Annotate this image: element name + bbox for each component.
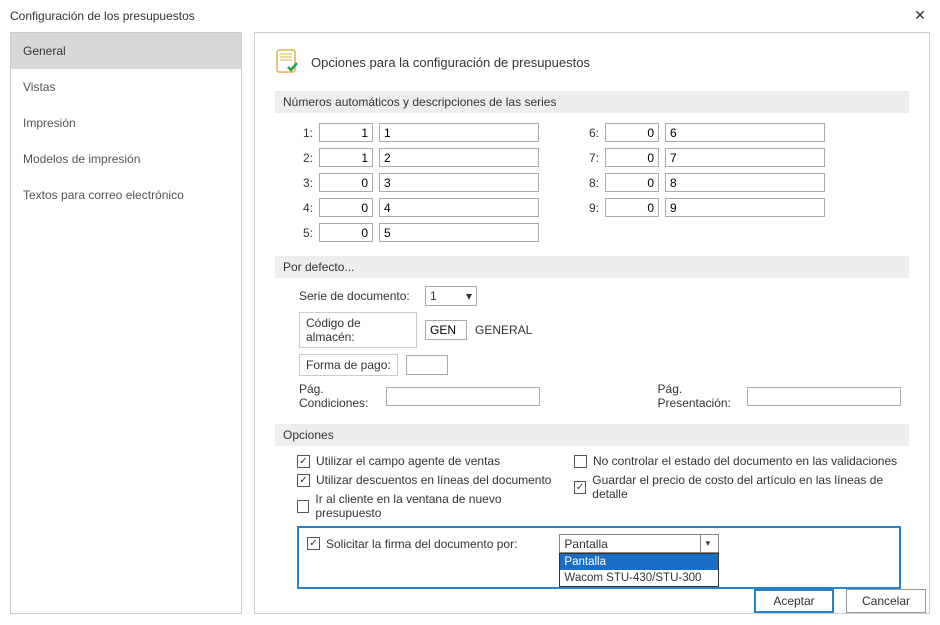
series-desc-input[interactable] xyxy=(379,123,539,142)
series-num-input[interactable] xyxy=(605,173,659,192)
pag-pres-input[interactable] xyxy=(747,387,901,406)
checkbox[interactable] xyxy=(297,455,310,468)
sidebar-item-impresion[interactable]: Impresión xyxy=(11,105,241,141)
series-label: 9: xyxy=(585,201,599,215)
close-icon[interactable]: ✕ xyxy=(910,6,930,26)
series-num-input[interactable] xyxy=(319,173,373,192)
content-panel: Opciones para la configuración de presup… xyxy=(254,32,930,614)
section-defaults-title: Por defecto... xyxy=(275,256,909,278)
series-label: 6: xyxy=(585,126,599,140)
checkbox[interactable] xyxy=(297,500,309,513)
opt-label: Utilizar el campo agente de ventas xyxy=(316,454,500,468)
series-desc-input[interactable] xyxy=(665,123,825,142)
pago-label[interactable]: Forma de pago: xyxy=(299,354,398,376)
series-num-input[interactable] xyxy=(319,198,373,217)
series-desc-input[interactable] xyxy=(379,148,539,167)
sidebar: General Vistas Impresión Modelos de impr… xyxy=(10,32,242,614)
almacen-code-input[interactable] xyxy=(425,320,467,340)
section-series-title: Números automáticos y descripciones de l… xyxy=(275,91,909,113)
serie-doc-label: Serie de documento: xyxy=(299,289,417,303)
checkbox[interactable] xyxy=(574,481,586,494)
serie-doc-value: 1 xyxy=(430,289,437,303)
series-label: 3: xyxy=(299,176,313,190)
checkbox[interactable] xyxy=(297,474,310,487)
firma-label: Solicitar la firma del documento por: xyxy=(326,537,517,551)
pag-cond-label: Pág. Condiciones: xyxy=(299,382,378,410)
series-label: 4: xyxy=(299,201,313,215)
cancel-button[interactable]: Cancelar xyxy=(846,589,926,613)
series-desc-input[interactable] xyxy=(665,198,825,217)
window-title: Configuración de los presupuestos xyxy=(10,9,195,23)
combo-option[interactable]: Wacom STU-430/STU-300 xyxy=(560,570,718,586)
sidebar-item-vistas[interactable]: Vistas xyxy=(11,69,241,105)
almacen-label[interactable]: Código de almacén: xyxy=(299,312,417,348)
pag-pres-label: Pág. Presentación: xyxy=(658,382,739,410)
firma-combo[interactable]: Pantalla ▾ Pantalla Wacom STU-430/STU-30… xyxy=(559,534,719,553)
sidebar-item-modelos[interactable]: Modelos de impresión xyxy=(11,141,241,177)
pago-input[interactable] xyxy=(406,355,448,375)
config-icon xyxy=(275,49,301,75)
series-num-input[interactable] xyxy=(605,198,659,217)
series-num-input[interactable] xyxy=(605,123,659,142)
series-desc-input[interactable] xyxy=(379,223,539,242)
series-label: 7: xyxy=(585,151,599,165)
series-label: 8: xyxy=(585,176,599,190)
chevron-down-icon: ▾ xyxy=(700,535,714,552)
opt-label: Guardar el precio de costo del artículo … xyxy=(592,473,901,501)
page-title: Opciones para la configuración de presup… xyxy=(311,55,590,70)
series-num-input[interactable] xyxy=(319,223,373,242)
series-desc-input[interactable] xyxy=(665,173,825,192)
almacen-name: GENERAL xyxy=(475,323,532,337)
series-label: 5: xyxy=(299,226,313,240)
accept-button[interactable]: Aceptar xyxy=(754,589,834,613)
opt-label: Utilizar descuentos en líneas del docume… xyxy=(316,473,551,487)
series-desc-input[interactable] xyxy=(379,173,539,192)
chevron-down-icon: ▾ xyxy=(466,289,472,303)
series-desc-input[interactable] xyxy=(665,148,825,167)
checkbox-firma[interactable] xyxy=(307,537,320,550)
series-desc-input[interactable] xyxy=(379,198,539,217)
checkbox[interactable] xyxy=(574,455,587,468)
firma-highlight-box: Solicitar la firma del documento por: Pa… xyxy=(297,526,901,589)
sidebar-item-textos[interactable]: Textos para correo electrónico xyxy=(11,177,241,213)
series-label: 2: xyxy=(299,151,313,165)
opt-label: Ir al cliente en la ventana de nuevo pre… xyxy=(315,492,556,520)
firma-combo-list: Pantalla Wacom STU-430/STU-300 xyxy=(559,553,719,587)
opt-label: No controlar el estado del documento en … xyxy=(593,454,897,468)
firma-combo-value: Pantalla xyxy=(564,537,607,551)
series-label: 1: xyxy=(299,126,313,140)
sidebar-item-general[interactable]: General xyxy=(11,33,241,69)
series-num-input[interactable] xyxy=(319,123,373,142)
series-num-input[interactable] xyxy=(605,148,659,167)
series-num-input[interactable] xyxy=(319,148,373,167)
section-options-title: Opciones xyxy=(275,424,909,446)
serie-doc-select[interactable]: 1 ▾ xyxy=(425,286,477,306)
combo-option[interactable]: Pantalla xyxy=(560,554,718,570)
pag-cond-input[interactable] xyxy=(386,387,540,406)
